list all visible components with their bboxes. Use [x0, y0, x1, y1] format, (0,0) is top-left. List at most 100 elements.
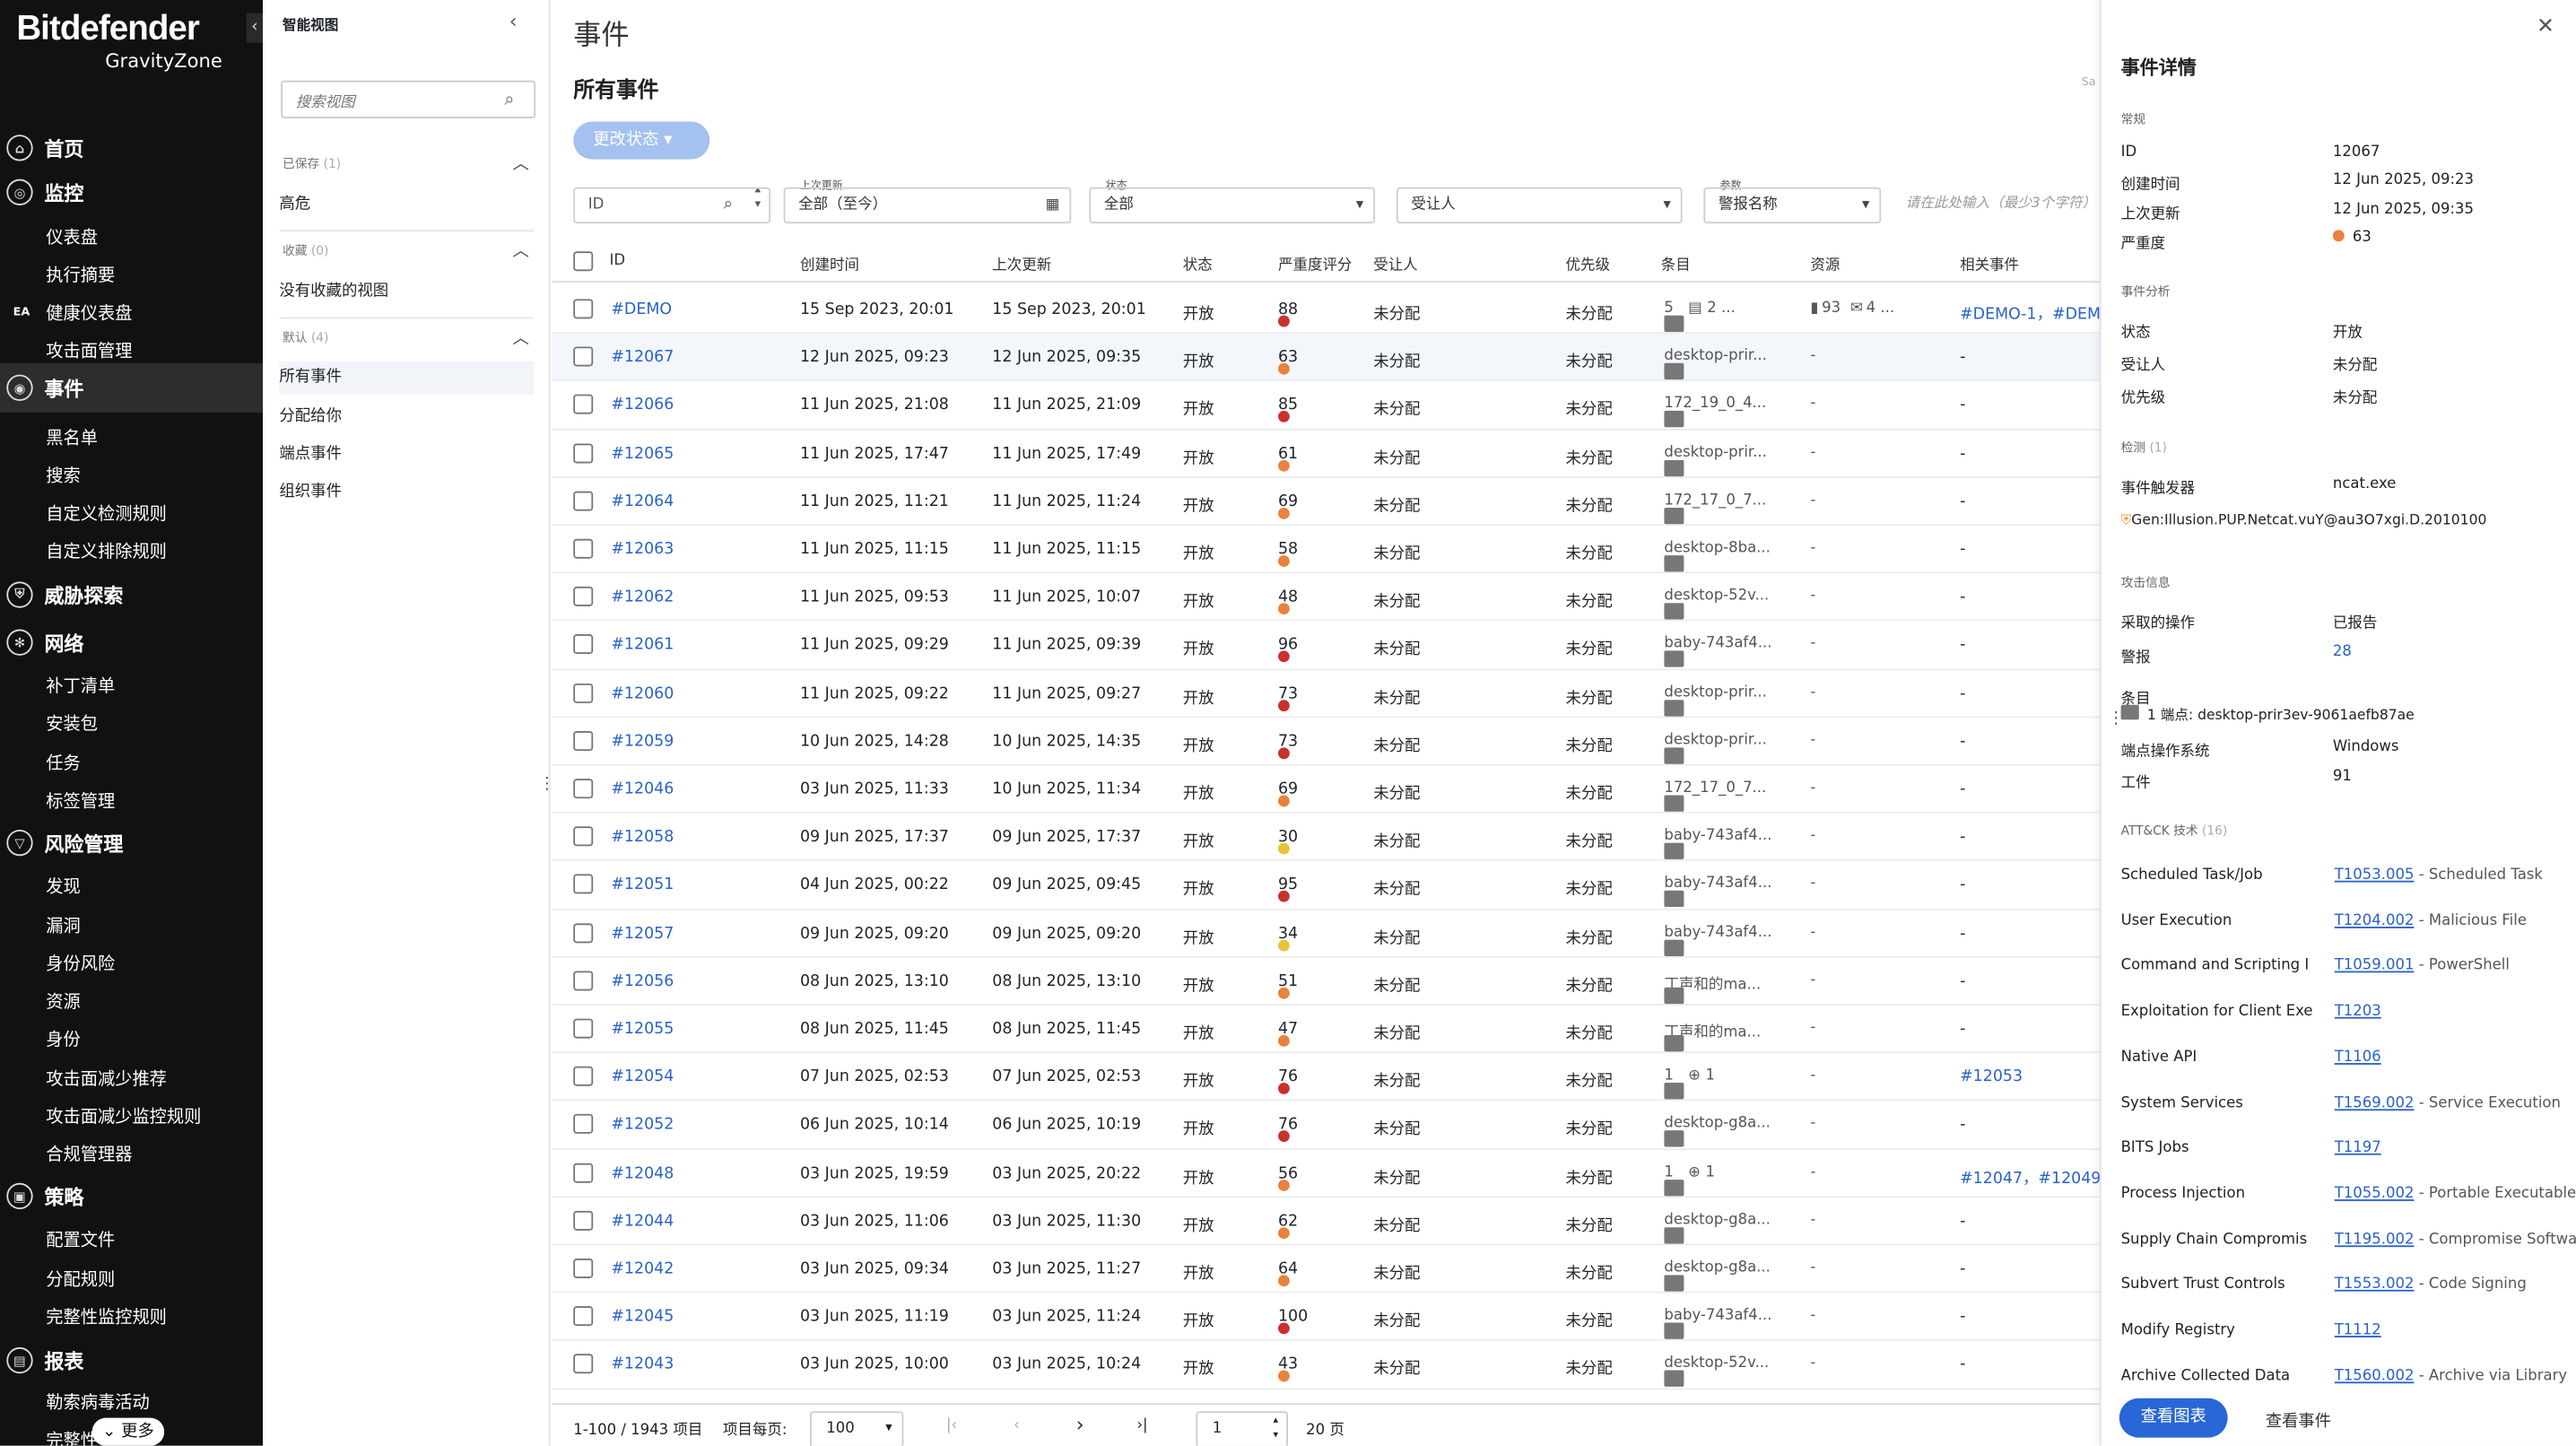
- nav-item[interactable]: 补丁清单: [46, 674, 115, 698]
- detail-priority[interactable]: 未分配: [2333, 386, 2377, 407]
- row-checkbox[interactable]: [573, 971, 594, 991]
- table-row[interactable]: #12056 08 Jun 2025, 13:10 08 Jun 2025, 13:…: [552, 957, 2100, 1006]
- nav-item[interactable]: 执行摘要: [46, 263, 115, 287]
- nav-item[interactable]: 完整性监控规则: [46, 1304, 167, 1328]
- status-select[interactable]: 全部 ▾: [1089, 187, 1376, 224]
- view-search-input[interactable]: [283, 86, 493, 121]
- table-row[interactable]: #12042 03 Jun 2025, 09:34 03 Jun 2025, 11:…: [552, 1245, 2100, 1294]
- row-checkbox[interactable]: [573, 491, 594, 511]
- table-row[interactable]: #12062 11 Jun 2025, 09:53 11 Jun 2025, 10:…: [552, 574, 2100, 623]
- technique-id-link[interactable]: T1053.005: [2335, 867, 2415, 884]
- id-filter-input[interactable]: ID ⌕ ▴ ▾: [573, 187, 771, 224]
- nav-item[interactable]: 自定义检测规则: [46, 501, 167, 526]
- row-checkbox[interactable]: [573, 395, 594, 415]
- select-all-checkbox[interactable]: [573, 251, 594, 272]
- row-checkbox[interactable]: [573, 779, 594, 799]
- table-row[interactable]: #12066 11 Jun 2025, 21:08 11 Jun 2025, 21:…: [552, 382, 2100, 431]
- collapse-panel-icon[interactable]: ‹: [509, 10, 518, 33]
- sv-item-high-risk[interactable]: 高危: [279, 189, 534, 222]
- row-checkbox[interactable]: [573, 587, 594, 607]
- sort-stepper-icon[interactable]: ▴ ▾: [755, 189, 761, 213]
- technique-id-link[interactable]: T1569.002: [2335, 1095, 2415, 1111]
- per-page-select[interactable]: 100 ▾: [809, 1411, 904, 1446]
- collapse-nav-button[interactable]: ‹: [246, 13, 264, 43]
- nav-item[interactable]: 资源: [46, 989, 80, 1014]
- technique-id-link[interactable]: T1059.001: [2335, 959, 2415, 975]
- table-row[interactable]: #12054 07 Jun 2025, 02:53 07 Jun 2025, 02:…: [552, 1053, 2100, 1102]
- table-row[interactable]: #12065 11 Jun 2025, 17:47 11 Jun 2025, 17:…: [552, 430, 2100, 478]
- incident-id-link[interactable]: #12044: [611, 1212, 674, 1230]
- incident-id-link[interactable]: #12052: [611, 1116, 674, 1134]
- column-header[interactable]: 创建时间: [800, 253, 859, 274]
- row-checkbox[interactable]: [573, 442, 594, 463]
- table-row[interactable]: #12052 06 Jun 2025, 10:14 06 Jun 2025, 10:…: [552, 1102, 2100, 1150]
- technique-id-link[interactable]: T1553.002: [2335, 1277, 2415, 1294]
- nav-item[interactable]: 身份: [46, 1027, 80, 1051]
- nav-section-4[interactable]: ✻ 网络: [0, 624, 263, 660]
- view-graph-button[interactable]: 查看图表: [2119, 1398, 2228, 1438]
- nav-item[interactable]: 攻击面管理: [46, 338, 132, 362]
- related-cell[interactable]: #DEMO-1，#DEMO: [1960, 301, 2113, 324]
- sv-item-all-incidents[interactable]: 所有事件: [279, 361, 535, 395]
- technique-id-link[interactable]: T1560.002: [2335, 1368, 2415, 1384]
- column-header[interactable]: 相关事件: [1960, 253, 2019, 274]
- incident-id-link[interactable]: #12054: [611, 1068, 674, 1086]
- table-row[interactable]: #12060 11 Jun 2025, 09:22 11 Jun 2025, 09:…: [552, 670, 2100, 719]
- chevron-up-icon[interactable]: ︿: [512, 324, 528, 348]
- incident-id-link[interactable]: #12046: [611, 780, 674, 798]
- table-row[interactable]: #12045 03 Jun 2025, 11:19 03 Jun 2025, 11:…: [552, 1294, 2100, 1342]
- row-checkbox[interactable]: [573, 1018, 594, 1039]
- table-row[interactable]: #12058 09 Jun 2025, 17:37 09 Jun 2025, 17:…: [552, 814, 2100, 862]
- table-row[interactable]: #12057 09 Jun 2025, 09:20 09 Jun 2025, 09:…: [552, 910, 2100, 958]
- column-header[interactable]: 资源: [1810, 253, 1840, 274]
- nav-item[interactable]: 攻击面减少监控规则: [46, 1104, 201, 1128]
- row-checkbox[interactable]: [573, 922, 594, 943]
- table-row[interactable]: #12059 10 Jun 2025, 14:28 10 Jun 2025, 14:…: [552, 718, 2100, 766]
- incident-id-link[interactable]: #12048: [611, 1164, 674, 1182]
- incident-id-link[interactable]: #12063: [611, 541, 674, 559]
- incident-id-link[interactable]: #12066: [611, 396, 674, 414]
- sv-item-assigned-to-you[interactable]: 分配给你: [279, 401, 534, 434]
- table-row[interactable]: #12061 11 Jun 2025, 09:29 11 Jun 2025, 09:…: [552, 622, 2100, 670]
- table-row[interactable]: #12064 11 Jun 2025, 11:21 11 Jun 2025, 11:…: [552, 478, 2100, 527]
- table-row[interactable]: #12063 11 Jun 2025, 11:15 11 Jun 2025, 11:…: [552, 526, 2100, 574]
- table-row[interactable]: #DEMO 15 Sep 2023, 20:01 15 Sep 2023, 20:0…: [552, 286, 2113, 335]
- technique-id-link[interactable]: T1197: [2335, 1140, 2381, 1156]
- view-incident-button[interactable]: 查看事件: [2266, 1407, 2331, 1431]
- table-row[interactable]: #12046 03 Jun 2025, 11:33 10 Jun 2025, 11:…: [552, 766, 2100, 814]
- column-header[interactable]: 上次更新: [992, 253, 1051, 274]
- nav-item[interactable]: 任务: [46, 751, 80, 775]
- incident-id-link[interactable]: #12055: [611, 1020, 674, 1038]
- technique-id-link[interactable]: T1203: [2335, 1004, 2381, 1020]
- nav-section-3[interactable]: ⛨ 威胁探索: [0, 577, 263, 613]
- close-icon[interactable]: ✕: [2537, 14, 2554, 39]
- table-row[interactable]: #12044 03 Jun 2025, 11:06 03 Jun 2025, 11:…: [552, 1198, 2100, 1246]
- assignee-select[interactable]: 受让人 ▾: [1396, 187, 1683, 224]
- row-checkbox[interactable]: [573, 683, 594, 703]
- incident-id-link[interactable]: #12057: [611, 924, 674, 942]
- row-checkbox[interactable]: [573, 1354, 594, 1374]
- sv-item-endpoint-incidents[interactable]: 端点事件: [279, 439, 534, 472]
- related-cell[interactable]: #12047，#12049，: [1960, 1164, 2117, 1187]
- row-checkbox[interactable]: [573, 826, 594, 847]
- row-checkbox[interactable]: [573, 1210, 594, 1231]
- incident-id-link[interactable]: #12043: [611, 1356, 674, 1374]
- nav-section-1[interactable]: ◎ 监控: [0, 174, 263, 210]
- incident-id-link[interactable]: #12064: [611, 492, 674, 510]
- sv-item-org-incidents[interactable]: 组织事件: [279, 476, 534, 510]
- nav-item[interactable]: 自定义排除规则: [46, 539, 167, 563]
- page-stepper-icon[interactable]: ▴ ▾: [1273, 1413, 1278, 1442]
- last-page-button[interactable]: ›|: [1136, 1418, 1147, 1434]
- column-header[interactable]: ID: [610, 253, 626, 269]
- detail-assignee[interactable]: 未分配: [2333, 353, 2377, 374]
- row-checkbox[interactable]: [573, 730, 594, 751]
- technique-id-link[interactable]: T1195.002: [2335, 1232, 2415, 1248]
- nav-section-7[interactable]: ▤ 报表: [0, 1342, 263, 1378]
- table-row[interactable]: #12048 03 Jun 2025, 19:59 03 Jun 2025, 20:…: [552, 1149, 2117, 1198]
- incident-id-link[interactable]: #12065: [611, 445, 674, 463]
- row-checkbox[interactable]: [573, 1114, 594, 1135]
- page-input[interactable]: 1 ▴ ▾: [1196, 1411, 1288, 1446]
- param-select[interactable]: 警报名称 ▾: [1703, 187, 1882, 224]
- search-icon[interactable]: ⌕: [724, 189, 733, 222]
- technique-id-link[interactable]: T1055.002: [2335, 1186, 2415, 1202]
